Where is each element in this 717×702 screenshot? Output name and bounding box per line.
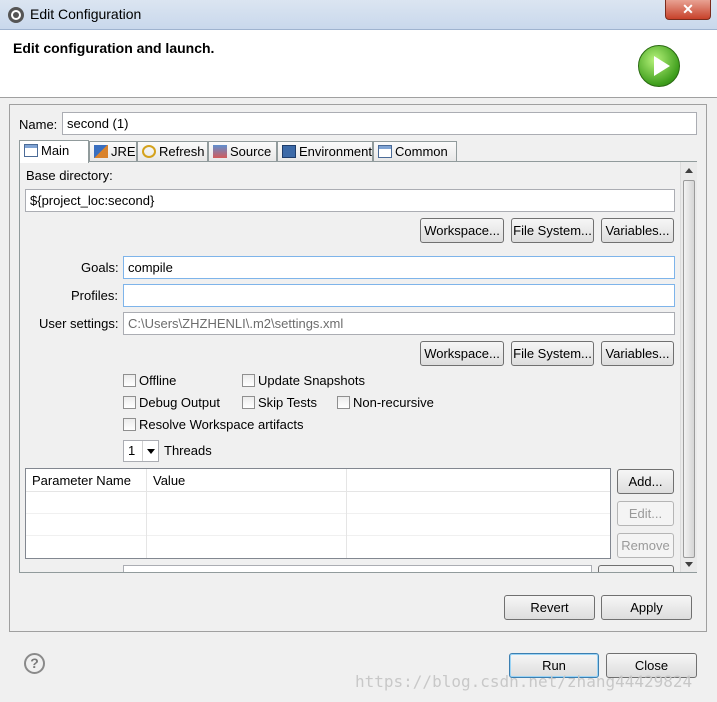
- user-settings-field[interactable]: C:\Users\ZHZHENLI\.m2\settings.xml: [123, 312, 675, 335]
- dialog-header: Edit configuration and launch.: [0, 30, 717, 98]
- apply-button[interactable]: Apply: [601, 595, 692, 620]
- scroll-down-icon[interactable]: [685, 562, 693, 567]
- goals-label: Goals:: [81, 260, 119, 275]
- offline-label: Offline: [139, 373, 177, 388]
- base-workspace-button[interactable]: Workspace...: [420, 218, 504, 243]
- tab-common-label: Common: [395, 144, 448, 159]
- name-label: Name:: [19, 117, 58, 132]
- revert-button[interactable]: Revert: [504, 595, 595, 620]
- tab-environment-label: Environment: [299, 144, 372, 159]
- vertical-scrollbar[interactable]: [680, 162, 697, 572]
- base-directory-label: Base directory:: [26, 168, 113, 183]
- column-header-parameter-name[interactable]: Parameter Name: [26, 469, 147, 492]
- skip-tests-label: Skip Tests: [258, 395, 318, 410]
- column-header-value[interactable]: Value: [147, 469, 347, 492]
- name-field[interactable]: second (1): [62, 112, 697, 135]
- table-row: [26, 514, 610, 536]
- base-directory-field[interactable]: ${project_loc:second}: [25, 189, 675, 212]
- add-parameter-button[interactable]: Add...: [617, 469, 674, 494]
- table-cell: [26, 536, 147, 558]
- help-icon[interactable]: ?: [24, 653, 45, 674]
- table-cell: [147, 492, 347, 514]
- run-launch-icon: [638, 45, 680, 87]
- tab-jre[interactable]: JRE: [89, 141, 137, 162]
- profiles-field[interactable]: [123, 284, 675, 307]
- base-variables-button[interactable]: Variables...: [601, 218, 674, 243]
- refresh-icon: [142, 145, 156, 158]
- table-cell: [147, 536, 347, 558]
- table-row: [26, 536, 610, 558]
- main-tab-icon: [24, 144, 38, 157]
- tab-refresh-label: Refresh: [159, 144, 205, 159]
- offline-checkbox[interactable]: [123, 374, 136, 387]
- update-snapshots-label: Update Snapshots: [258, 373, 365, 388]
- parameters-table[interactable]: Parameter Name Value: [25, 468, 611, 559]
- user-settings-label: User settings:: [39, 316, 119, 331]
- resolve-workspace-checkbox[interactable]: [123, 418, 136, 431]
- edit-parameter-button[interactable]: Edit...: [617, 501, 674, 526]
- tab-jre-label: JRE: [111, 144, 136, 159]
- skip-tests-checkbox[interactable]: [242, 396, 255, 409]
- resolve-workspace-label: Resolve Workspace artifacts: [139, 417, 304, 432]
- update-snapshots-checkbox[interactable]: [242, 374, 255, 387]
- profiles-label: Profiles:: [71, 288, 118, 303]
- debug-output-checkbox[interactable]: [123, 396, 136, 409]
- source-icon: [213, 145, 227, 158]
- watermark-text: https://blog.csdn.net/zhang44429824: [355, 672, 693, 691]
- jre-icon: [94, 145, 108, 158]
- tab-common[interactable]: Common: [373, 141, 457, 162]
- tab-environment[interactable]: Environment: [277, 141, 373, 162]
- clipped-button: [598, 565, 674, 572]
- non-recursive-checkbox[interactable]: [337, 396, 350, 409]
- dialog-heading: Edit configuration and launch.: [13, 40, 215, 56]
- table-cell: [147, 514, 347, 536]
- chevron-down-icon: [142, 441, 158, 461]
- environment-icon: [282, 145, 296, 158]
- scroll-up-icon[interactable]: [685, 168, 693, 173]
- non-recursive-label: Non-recursive: [353, 395, 434, 410]
- column-header-filler: [347, 469, 610, 492]
- table-cell: [26, 492, 147, 514]
- common-icon: [378, 145, 392, 158]
- title-bar: Edit Configuration ✕: [0, 0, 717, 30]
- scrollbar-thumb[interactable]: [683, 180, 695, 558]
- threads-label: Threads: [164, 443, 212, 458]
- goals-field[interactable]: compile: [123, 256, 675, 279]
- tab-main[interactable]: Main: [19, 140, 89, 163]
- tab-source-label: Source: [230, 144, 272, 159]
- window-title: Edit Configuration: [30, 6, 142, 22]
- base-filesystem-button[interactable]: File System...: [511, 218, 594, 243]
- eclipse-app-icon: [8, 7, 24, 23]
- settings-workspace-button[interactable]: Workspace...: [420, 341, 504, 366]
- table-row: [26, 492, 610, 514]
- tab-main-label: Main: [41, 143, 70, 158]
- debug-output-label: Debug Output: [139, 395, 220, 410]
- settings-variables-button[interactable]: Variables...: [601, 341, 674, 366]
- tab-source[interactable]: Source: [208, 141, 277, 162]
- threads-select[interactable]: 1: [123, 440, 159, 462]
- settings-filesystem-button[interactable]: File System...: [511, 341, 594, 366]
- window-close-button[interactable]: ✕: [665, 0, 711, 20]
- threads-value: 1: [128, 443, 136, 458]
- table-cell: [26, 514, 147, 536]
- remove-parameter-button[interactable]: Remove: [617, 533, 674, 558]
- tab-refresh[interactable]: Refresh: [137, 141, 208, 162]
- clipped-field: [123, 565, 592, 572]
